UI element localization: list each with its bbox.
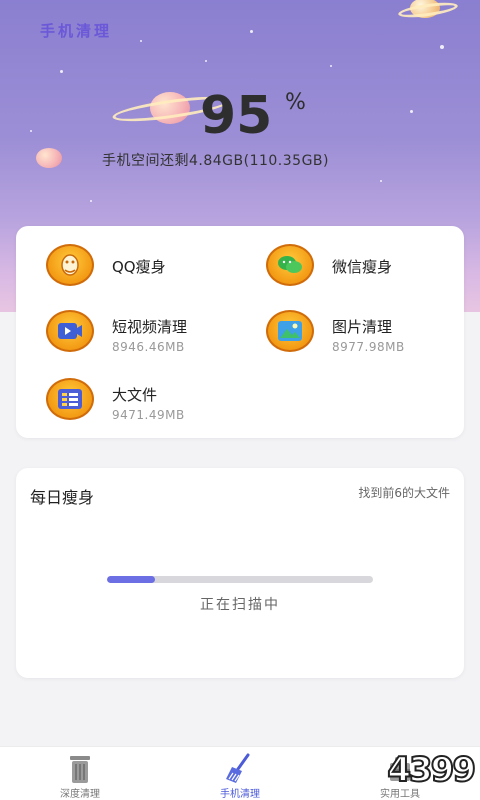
tool-size: 8946.46MB <box>112 340 185 354</box>
tool-label: 图片清理 <box>332 318 393 336</box>
tool-large-files[interactable]: 大文件 9471.49MB <box>46 378 246 426</box>
file-icon <box>46 378 94 420</box>
star-icon <box>90 200 92 202</box>
tab-deep-clean[interactable]: 深度清理 <box>30 747 130 800</box>
daily-slim-hint: 找到前6的大文件 <box>358 486 450 500</box>
video-icon <box>46 310 94 352</box>
broom-icon <box>220 753 260 785</box>
planet-icon <box>36 148 62 168</box>
tool-size: 9471.49MB <box>112 408 185 422</box>
star-icon <box>250 30 253 33</box>
tool-size: 8977.98MB <box>332 340 405 354</box>
star-icon <box>30 130 32 132</box>
star-icon <box>440 45 444 49</box>
trash-bin-icon <box>60 753 100 785</box>
star-icon <box>410 110 413 113</box>
daily-slim-card[interactable]: 每日瘦身 找到前6的大文件 正在扫描中 <box>16 468 464 678</box>
percent-sign: % <box>285 90 306 115</box>
cleaning-tools-card: QQ瘦身 微信瘦身 短视频清理 8946.46MB 图片清理 8977.98MB… <box>16 226 464 438</box>
tool-label: 大文件 <box>112 386 158 404</box>
app-title: 手机清理 <box>40 22 113 40</box>
tool-short-video-clean[interactable]: 短视频清理 8946.46MB <box>46 310 246 358</box>
star-icon <box>140 40 142 42</box>
star-icon <box>380 180 382 182</box>
tool-wechat-slim[interactable]: 微信瘦身 <box>266 244 456 292</box>
tool-image-clean[interactable]: 图片清理 8977.98MB <box>266 310 456 358</box>
tab-label: 深度清理 <box>60 789 100 800</box>
star-icon <box>330 65 332 67</box>
watermark-logo: 4399 <box>386 749 477 791</box>
storage-percent: 95 <box>200 86 273 146</box>
star-icon <box>205 60 207 62</box>
star-icon <box>60 70 63 73</box>
scan-progress-bar <box>107 576 373 583</box>
storage-remaining-text: 手机空间还剩4.84GB(110.35GB) <box>102 153 329 169</box>
tab-phone-clean[interactable]: 手机清理 <box>190 747 290 800</box>
tool-label: 微信瘦身 <box>332 258 393 276</box>
qq-penguin-icon <box>46 244 94 286</box>
scan-status-text: 正在扫描中 <box>200 597 280 613</box>
image-icon <box>266 310 314 352</box>
scan-progress-fill <box>107 576 155 583</box>
wechat-icon <box>266 244 314 286</box>
tab-label: 手机清理 <box>220 789 260 800</box>
tool-label: 短视频清理 <box>112 318 188 336</box>
tool-qq-slim[interactable]: QQ瘦身 <box>46 244 246 292</box>
daily-slim-title: 每日瘦身 <box>30 488 95 507</box>
tool-label: QQ瘦身 <box>112 258 166 276</box>
